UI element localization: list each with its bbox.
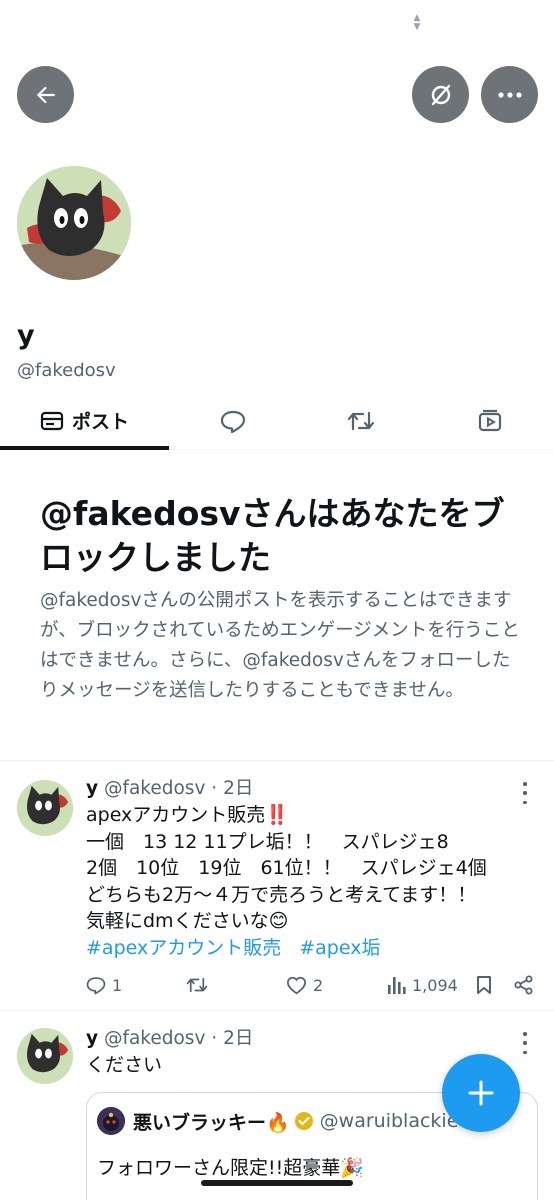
quoted-post-header: 悪いブラッキー🔥 @waruiblackie	[97, 1107, 458, 1135]
quoted-post-text: フォロワーさん限定!!超豪華🎉	[97, 1157, 364, 1179]
media-icon	[478, 409, 501, 431]
post-author-handle[interactable]: @fakedosv	[104, 1028, 205, 1049]
black-cat-avatar-icon	[17, 1028, 73, 1084]
black-cat-avatar-icon	[17, 166, 131, 280]
profile-tabs: ポスト	[0, 392, 554, 450]
block-notice-title: @fakedosvさんはあなたをブロックしました	[40, 494, 505, 577]
status-sort-icon: ▲ ▼	[413, 13, 421, 32]
more-options-button[interactable]	[481, 66, 538, 123]
post-author-avatar[interactable]	[17, 780, 73, 836]
translate-icon	[431, 84, 450, 105]
post-separator: ·	[211, 778, 218, 799]
posts-icon	[40, 411, 64, 430]
post-timestamp[interactable]: 2日	[223, 778, 253, 799]
post-hashtags: #apexアカウント販売 #apex垢	[86, 935, 526, 962]
more-vertical-icon	[523, 782, 527, 786]
hashtag-link[interactable]: #apexアカウント販売	[86, 937, 281, 959]
repost-button[interactable]	[186, 970, 214, 1000]
repost-icon	[348, 411, 375, 430]
tab-reposts[interactable]	[297, 392, 425, 449]
arrow-left-icon	[36, 86, 55, 103]
quoted-author-name: 悪いブラッキー🔥	[133, 1111, 290, 1134]
reply-button[interactable]: 1	[86, 970, 122, 1000]
share-icon	[514, 975, 533, 995]
heart-icon	[286, 976, 307, 994]
block-notice-description: @fakedosvさんの公開ポストを表示することはできますが、ブロックされている…	[40, 590, 520, 701]
reply-icon	[86, 977, 106, 995]
tab-posts-label: ポスト	[71, 411, 129, 433]
compose-post-button[interactable]	[442, 1054, 520, 1132]
block-notice: @fakedosvさんはあなたをブロックしました @fakedosvさんの公開ポ…	[40, 492, 520, 706]
quoted-author-handle: @waruiblackie	[319, 1110, 459, 1132]
profile-display-name: y	[17, 320, 35, 351]
post-text: apexアカウント販売‼️ 一個 13 12 11プレ垢！！ スパレジェ8 2個…	[86, 804, 487, 932]
home-indicator[interactable]	[201, 1180, 353, 1186]
quoted-author-avatar	[97, 1107, 125, 1135]
post-header: y @fakedosv · 2日	[86, 776, 526, 802]
section-divider	[0, 760, 554, 761]
post-content: y @fakedosv · 2日 apexアカウント販売‼️ 一個 13 12 …	[86, 776, 526, 961]
more-horizontal-icon	[497, 91, 522, 98]
replies-icon	[221, 410, 246, 433]
post-author-handle[interactable]: @fakedosv	[104, 778, 205, 799]
views-button[interactable]: 1,094	[386, 970, 458, 1000]
post-author-name[interactable]: y	[86, 778, 98, 799]
post-header: y @fakedosv · 2日	[86, 1026, 526, 1052]
plus-icon	[468, 1080, 494, 1106]
post-divider	[0, 1010, 554, 1011]
hashtag-link[interactable]: #apex垢	[299, 937, 380, 959]
post-more-button[interactable]	[516, 782, 534, 804]
bookmark-icon	[477, 976, 491, 994]
analytics-icon	[388, 977, 406, 994]
black-cat-avatar-icon	[17, 780, 73, 836]
profile-avatar[interactable]	[17, 166, 131, 280]
umbreon-avatar-icon	[97, 1107, 125, 1135]
share-button[interactable]	[514, 970, 534, 1000]
more-vertical-icon	[523, 1032, 527, 1036]
like-button[interactable]: 2	[286, 970, 323, 1000]
bookmark-button[interactable]	[476, 970, 492, 1000]
translate-button[interactable]	[412, 66, 469, 123]
like-count: 2	[313, 975, 324, 995]
post-author-name[interactable]: y	[86, 1028, 98, 1049]
tab-posts[interactable]: ポスト	[0, 392, 169, 450]
view-count: 1,094	[412, 975, 458, 995]
post-timestamp[interactable]: 2日	[223, 1028, 253, 1049]
tab-media[interactable]	[426, 392, 554, 449]
reply-count: 1	[112, 975, 123, 995]
profile-handle: @fakedosv	[17, 360, 116, 381]
post-author-avatar[interactable]	[17, 1028, 73, 1084]
post-more-button[interactable]	[516, 1032, 534, 1054]
back-button[interactable]	[17, 66, 74, 123]
post-separator: ·	[211, 1028, 218, 1049]
tab-replies[interactable]	[169, 392, 297, 449]
post-actions: 1 2 1,094	[86, 970, 538, 1000]
verified-badge-icon	[294, 1112, 313, 1130]
repost-icon	[186, 977, 208, 993]
